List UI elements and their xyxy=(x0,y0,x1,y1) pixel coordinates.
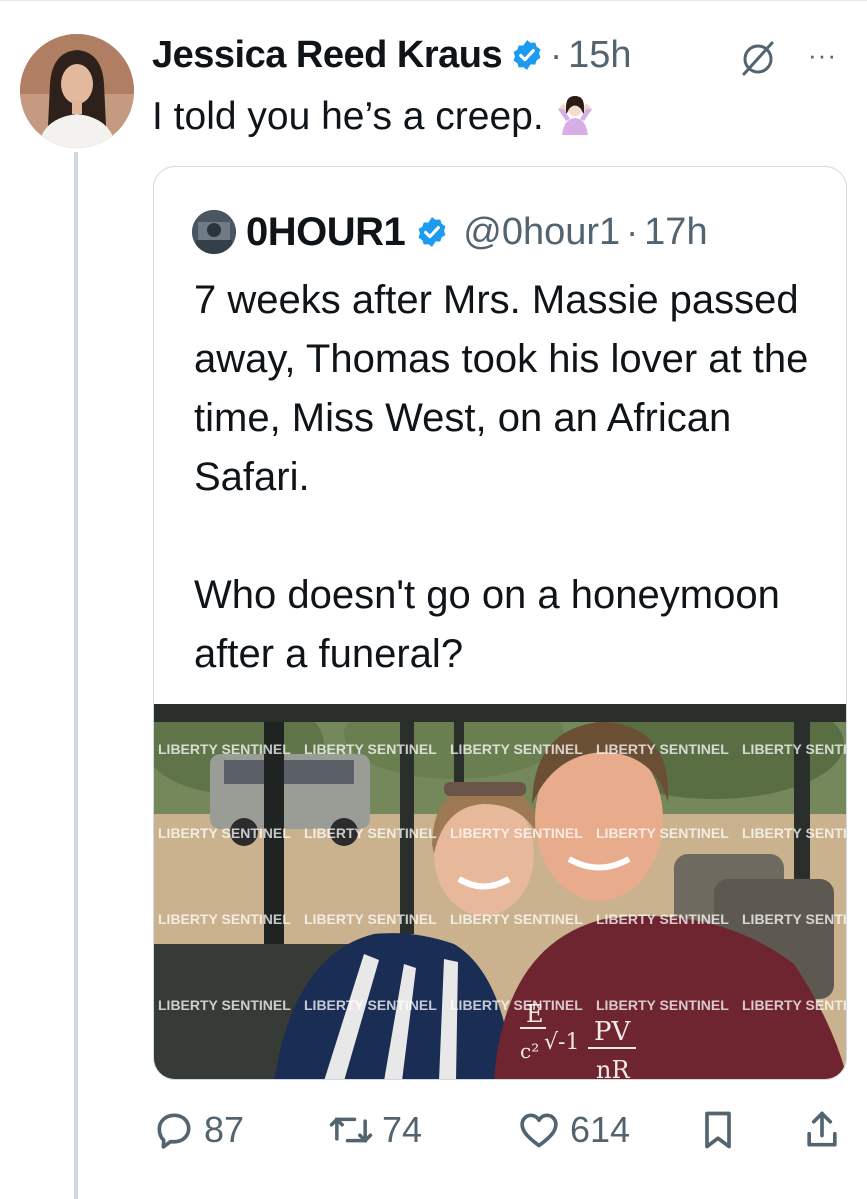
quoted-paragraph: Who doesn't go on a honeymoon after a fu… xyxy=(194,573,780,676)
quoted-paragraph: 7 weeks after Mrs. Massie passed away, T… xyxy=(194,278,809,499)
watermark-text: LIBERTY SENTINEL xyxy=(450,911,583,927)
quoted-tweet-header: 0HOUR1 @0hour1 · 17h xyxy=(192,207,708,257)
shrug-emoji-icon xyxy=(554,93,596,135)
repost-count: 74 xyxy=(382,1109,423,1150)
reply-icon xyxy=(152,1108,196,1152)
top-divider xyxy=(0,0,867,1)
quoted-tweet-photo[interactable]: E c² √-1 PV nR LIBERTY SENTINEL LIBERTY … xyxy=(154,704,847,1080)
watermark-text: LIBERTY SENTINEL xyxy=(450,997,583,1013)
like-count: 614 xyxy=(570,1109,631,1150)
tweet-text-content: I told you he’s a creep. xyxy=(152,95,544,138)
verified-badge-icon xyxy=(510,38,544,72)
tweet-header: Jessica Reed Kraus · 15h xyxy=(152,30,632,80)
watermark-text: LIBERTY SENTINEL xyxy=(304,997,437,1013)
grok-icon[interactable] xyxy=(738,38,778,78)
more-icon[interactable]: ··· xyxy=(808,40,837,71)
like-icon xyxy=(516,1108,562,1152)
bookmark-button[interactable] xyxy=(698,1100,738,1160)
quoted-author-avatar[interactable] xyxy=(192,210,236,254)
watermark-text: LIBERTY SENTINEL xyxy=(158,911,291,927)
watermark-text: LIBERTY SENTINEL xyxy=(304,825,437,841)
watermark-text: LIBERTY SENTINEL xyxy=(742,911,847,927)
watermark-text: LIBERTY SENTINEL xyxy=(304,911,437,927)
thread-line xyxy=(74,152,78,1199)
verified-badge-icon xyxy=(415,215,449,249)
tweet-text: I told you he’s a creep. xyxy=(152,92,596,142)
watermark-text: LIBERTY SENTINEL xyxy=(158,997,291,1013)
bookmark-icon xyxy=(698,1108,738,1152)
shirt-formula-pv: PV xyxy=(594,1017,631,1047)
tweet-action-bar: 87 74 614 xyxy=(152,1100,848,1160)
watermark-text: LIBERTY SENTINEL xyxy=(596,911,729,927)
watermark-text: LIBERTY SENTINEL xyxy=(596,741,729,757)
watermark-text: LIBERTY SENTINEL xyxy=(742,825,847,841)
separator-dot: · xyxy=(626,211,639,252)
repost-icon xyxy=(328,1108,374,1152)
watermark-text: LIBERTY SENTINEL xyxy=(158,825,291,841)
author-name[interactable]: Jessica Reed Kraus xyxy=(152,34,503,77)
quoted-tweet-card[interactable]: 0HOUR1 @0hour1 · 17h 7 weeks after Mrs. … xyxy=(153,166,847,1080)
tweet-time[interactable]: 15h xyxy=(568,34,631,77)
quoted-tweet-text: 7 weeks after Mrs. Massie passed away, T… xyxy=(194,271,824,684)
shirt-formula-c2: c² xyxy=(520,1039,539,1063)
repost-button[interactable]: 74 xyxy=(328,1100,422,1160)
reply-button[interactable]: 87 xyxy=(152,1100,244,1160)
watermark-text: LIBERTY SENTINEL xyxy=(158,741,291,757)
watermark-text: LIBERTY SENTINEL xyxy=(596,997,729,1013)
share-icon xyxy=(802,1108,842,1152)
quoted-author-name[interactable]: 0HOUR1 xyxy=(246,210,406,255)
like-button[interactable]: 614 xyxy=(516,1100,630,1160)
shirt-formula-root: √-1 xyxy=(544,1030,579,1055)
watermark-text: LIBERTY SENTINEL xyxy=(450,825,583,841)
watermark-text: LIBERTY SENTINEL xyxy=(596,825,729,841)
watermark-text: LIBERTY SENTINEL xyxy=(742,997,847,1013)
quoted-tweet-time[interactable]: 17h xyxy=(644,211,707,254)
reply-count: 87 xyxy=(204,1109,245,1150)
quoted-author-handle[interactable]: @0hour1 xyxy=(463,211,620,254)
separator-dot: · xyxy=(550,34,563,75)
watermark-text: LIBERTY SENTINEL xyxy=(742,741,847,757)
author-avatar[interactable] xyxy=(20,34,134,148)
shirt-formula-nr: nR xyxy=(596,1056,630,1080)
watermark-text: LIBERTY SENTINEL xyxy=(304,741,437,757)
share-button[interactable] xyxy=(802,1100,842,1160)
watermark-text: LIBERTY SENTINEL xyxy=(450,741,583,757)
